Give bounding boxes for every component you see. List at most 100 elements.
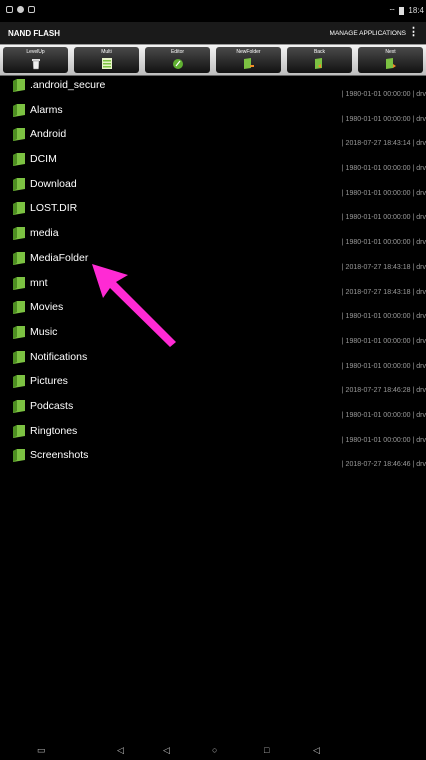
list-item[interactable]: media | 1980-01-01 00:00:00 | drv <box>0 224 426 249</box>
folder-icon <box>13 276 25 290</box>
status-time: 18:4 <box>408 6 424 15</box>
file-meta: | 1980-01-01 00:00:00 | drv <box>341 214 426 222</box>
list-item[interactable]: Movies | 1980-01-01 00:00:00 | drv <box>0 298 426 323</box>
folder-icon <box>13 79 25 92</box>
file-meta: | 1980-01-01 00:00:00 | drv <box>341 411 426 419</box>
file-meta: | 1980-01-01 00:00:00 | drv <box>341 313 426 321</box>
editor-button[interactable]: Editor <box>145 47 210 73</box>
editor-label: Editor <box>170 49 185 55</box>
folder-icon <box>13 153 25 167</box>
file-name: Music <box>30 325 58 338</box>
file-name: Alarms <box>30 103 63 116</box>
next-button[interactable]: Next <box>358 47 423 73</box>
file-meta: | 2018-07-27 18:46:46 | drv <box>341 461 426 469</box>
folder-icon <box>13 424 25 438</box>
app-bar: NAND FLASH MANAGE APPLICATIONS ⋮ <box>0 22 426 44</box>
new-folder-icon <box>243 58 254 69</box>
file-name: Ringtones <box>30 424 78 437</box>
download-notification-icon <box>28 6 35 13</box>
back-button[interactable]: Back <box>287 47 352 73</box>
list-item[interactable]: Music | 1980-01-01 00:00:00 | drv <box>0 323 426 348</box>
list-item[interactable]: Android | 2018-07-27 18:43:14 | drv <box>0 125 426 150</box>
nav-bar: ▭ ◁ ◁ ○ □ ◁ <box>0 740 426 760</box>
file-name: Notifications <box>30 350 88 363</box>
list-item[interactable]: Screenshots | 2018-07-27 18:46:46 | drv <box>0 446 426 471</box>
back-icon[interactable]: ◁ <box>163 745 170 755</box>
file-name: Android <box>30 128 67 141</box>
file-meta: | 1980-01-01 00:00:00 | drv <box>341 91 426 98</box>
back-folder-icon <box>314 58 322 69</box>
folder-icon <box>13 301 25 315</box>
file-name: mnt <box>30 276 48 289</box>
folder-icon <box>13 399 25 413</box>
file-name: LOST.DIR <box>30 202 78 215</box>
home-icon[interactable]: ○ <box>212 745 217 755</box>
list-item[interactable]: Alarms | 1980-01-01 00:00:00 | drv <box>0 101 426 126</box>
list-item[interactable]: MediaFolder | 2018-07-27 18:43:18 | drv <box>0 249 426 274</box>
file-name: .android_secure <box>30 79 106 91</box>
folder-icon <box>13 128 25 142</box>
file-name: Pictures <box>30 375 68 388</box>
list-item[interactable]: Podcasts | 1980-01-01 00:00:00 | drv <box>0 397 426 422</box>
volume-up-icon[interactable]: ◁ <box>313 745 320 755</box>
wifi-icon: ⌔ <box>388 7 396 16</box>
file-name: Download <box>30 177 77 190</box>
toolbar: LevelUp Multi Editor NewFolder Back Next <box>0 44 426 76</box>
file-meta: | 1980-01-01 00:00:00 | drv <box>341 436 426 444</box>
file-meta: | 1980-01-01 00:00:00 | drv <box>341 115 426 123</box>
file-meta: | 2018-07-27 18:46:28 | drv <box>341 387 426 395</box>
multi-label: Multi <box>101 49 112 55</box>
back-label: Back <box>313 49 326 55</box>
file-meta: | 1980-01-01 00:00:00 | drv <box>341 337 426 345</box>
list-item[interactable]: DCIM | 1980-01-01 00:00:00 | drv <box>0 150 426 175</box>
sync-notification-icon <box>17 6 24 13</box>
page-title: NAND FLASH <box>8 29 60 38</box>
file-list: .android_secure | 1980-01-01 00:00:00 | d… <box>0 76 426 740</box>
list-item[interactable]: Pictures | 2018-07-27 18:46:28 | drv <box>0 372 426 397</box>
list-item[interactable]: LOST.DIR | 1980-01-01 00:00:00 | drv <box>0 199 426 224</box>
folder-icon <box>13 350 25 364</box>
file-meta: | 1980-01-01 00:00:00 | drv <box>341 362 426 370</box>
overflow-menu-icon[interactable]: ⋮ <box>408 27 419 38</box>
file-name: Movies <box>30 301 64 314</box>
file-meta: | 2018-07-27 18:43:18 | drv <box>341 263 426 271</box>
editor-icon <box>172 59 183 69</box>
file-meta: | 1980-01-01 00:00:00 | drv <box>341 239 426 247</box>
battery-icon <box>399 6 405 15</box>
file-meta: | 2018-07-27 18:43:14 | drv <box>341 140 426 148</box>
next-label: Next <box>385 49 396 55</box>
list-item[interactable]: Download | 1980-01-01 00:00:00 | drv <box>0 175 426 200</box>
list-item[interactable]: Notifications | 1980-01-01 00:00:00 | drv <box>0 348 426 373</box>
folder-icon <box>13 375 25 389</box>
volume-down-icon[interactable]: ◁ <box>117 745 124 755</box>
list-item[interactable]: .android_secure | 1980-01-01 00:00:00 | d… <box>0 76 426 101</box>
folder-icon <box>13 325 25 339</box>
recents-icon[interactable]: □ <box>264 745 269 755</box>
list-icon <box>101 58 112 69</box>
multi-button[interactable]: Multi <box>74 47 139 73</box>
newfolder-button[interactable]: NewFolder <box>216 47 281 73</box>
status-bar: ⌔ 18:4 <box>0 0 426 22</box>
folder-icon <box>13 202 25 216</box>
trash-icon <box>31 59 40 70</box>
levelup-label: LevelUp <box>26 49 45 55</box>
folder-icon <box>13 177 25 191</box>
file-name: Podcasts <box>30 399 74 412</box>
file-name: DCIM <box>30 153 57 166</box>
screenshot-icon[interactable]: ▭ <box>37 745 46 755</box>
newfolder-label: NewFolder <box>236 49 261 55</box>
file-name: media <box>30 227 59 240</box>
folder-icon <box>13 449 25 463</box>
levelup-button[interactable]: LevelUp <box>3 47 68 73</box>
file-meta: | 1980-01-01 00:00:00 | drv <box>341 165 426 173</box>
file-meta: | 1980-01-01 00:00:00 | drv <box>341 189 426 197</box>
manage-applications-button[interactable]: MANAGE APPLICATIONS <box>330 30 406 37</box>
list-item[interactable]: mnt | 2018-07-27 18:43:18 | drv <box>0 274 426 299</box>
image-notification-icon <box>6 6 13 13</box>
next-folder-icon <box>385 58 396 69</box>
list-item[interactable]: Ringtones | 1980-01-01 00:00:00 | drv <box>0 422 426 447</box>
file-name: Screenshots <box>30 449 89 462</box>
file-meta: | 2018-07-27 18:43:18 | drv <box>341 288 426 296</box>
folder-icon <box>13 251 25 265</box>
folder-icon <box>13 103 25 117</box>
